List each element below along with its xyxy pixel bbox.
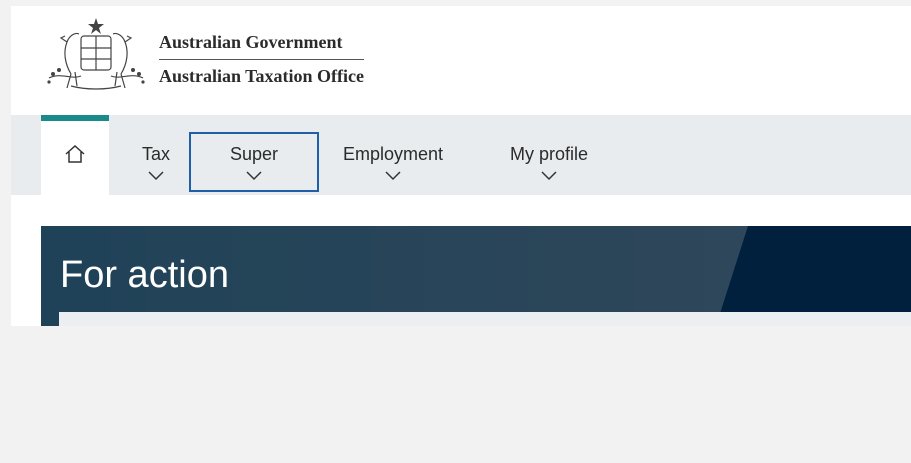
content-panel: [59, 312, 911, 326]
coat-of-arms-icon: [47, 18, 145, 90]
nav-item-my-profile[interactable]: My profile: [499, 115, 599, 195]
chevron-down-icon: [148, 171, 164, 181]
nav-item-label: Super: [229, 144, 279, 164]
home-icon: [65, 144, 85, 163]
nav-item-label: Tax: [141, 144, 170, 164]
nav-home-button[interactable]: [41, 115, 109, 195]
nav-item-super[interactable]: Super: [189, 132, 319, 192]
nav-item-employment[interactable]: Employment: [333, 115, 453, 195]
main-nav: Tax Super Employment My profile: [11, 115, 911, 195]
chevron-down-icon: [541, 171, 557, 181]
nav-item-tax[interactable]: Tax: [131, 115, 181, 195]
agency-name: Australian Taxation Office: [159, 66, 365, 86]
nav-item-label: My profile: [509, 144, 589, 164]
site-header: Australian Government Australian Taxatio…: [11, 6, 911, 115]
chevron-down-icon: [246, 171, 262, 181]
page-title: For action: [60, 254, 229, 296]
org-name: Australian Government: [159, 32, 365, 60]
page-frame: Australian Government Australian Taxatio…: [11, 6, 911, 326]
nav-item-label: Employment: [342, 144, 444, 164]
chevron-down-icon: [385, 171, 401, 181]
brand-text: Australian Government Australian Taxatio…: [159, 32, 365, 87]
for-action-banner: For action: [41, 226, 911, 326]
